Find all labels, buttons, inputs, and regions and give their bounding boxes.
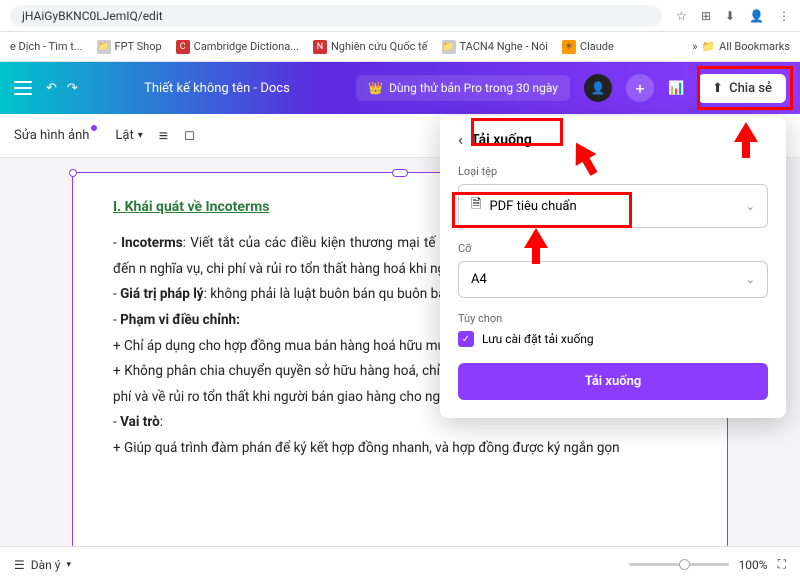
try-pro-button[interactable]: 👑 Dùng thử bản Pro trong 30 ngày (356, 75, 570, 101)
crown-icon: 👑 (368, 81, 383, 95)
download-button[interactable]: Tải xuống (458, 363, 768, 400)
chevron-right-icon: » (692, 40, 697, 53)
share-button[interactable]: ⬆ Chia sẻ (698, 74, 786, 103)
star-icon[interactable]: ☆ (676, 9, 687, 23)
align-button[interactable]: ≡ (159, 126, 168, 146)
analytics-icon[interactable]: 📊 (668, 81, 684, 96)
zoom-slider[interactable] (629, 563, 729, 566)
resize-handle[interactable] (69, 169, 77, 177)
file-type-select[interactable]: 🗎 PDF tiêu chuẩn ⌄ (458, 184, 768, 228)
folder-icon: 📁 (442, 40, 456, 54)
add-button[interactable]: + (626, 74, 654, 102)
folder-icon: 📁 (97, 40, 111, 54)
download-icon[interactable]: ⬇ (725, 9, 735, 23)
url-field[interactable]: jHAiGyBKNC0LJemIQ/edit (10, 5, 662, 27)
chevron-down-icon: ⌄ (746, 273, 755, 286)
folder-icon: 📁 (701, 40, 715, 53)
favicon: ✳ (562, 40, 576, 54)
back-icon[interactable]: ‹ (458, 130, 463, 149)
zoom-value[interactable]: 100% (739, 558, 768, 572)
favicon: N (313, 40, 327, 54)
user-avatar[interactable]: 👤 (584, 74, 612, 102)
fullscreen-icon[interactable]: ⛶ (778, 557, 786, 572)
size-select[interactable]: A4 ⌄ (458, 261, 768, 298)
options-label: Tùy chọn (458, 312, 768, 325)
browser-url-bar: jHAiGyBKNC0LJemIQ/edit ☆ ⊞ ⬇ 👤 ⋮ (0, 0, 800, 32)
flip-button[interactable]: Lật▾ (115, 128, 142, 143)
size-label: Cỡ (458, 242, 768, 255)
save-settings-checkbox[interactable]: ✓ (458, 331, 474, 347)
canva-header: ↶ ↷ Thiết kế không tên - Docs 👑 Dùng thử… (0, 62, 800, 114)
edit-image-button[interactable]: Sửa hình ảnh (14, 128, 99, 143)
panel-title: Tải xuống (471, 132, 532, 148)
extensions-icon[interactable]: ⊞ (701, 9, 711, 23)
upload-icon: ⬆ (712, 81, 723, 96)
chevron-down-icon: ⌄ (746, 200, 755, 213)
bookmarks-bar: e Dịch - Tìm t... 📁FPT Shop CCambridge D… (0, 32, 800, 62)
bookmark-item[interactable]: ✳Claude (562, 40, 614, 54)
document-title[interactable]: Thiết kế không tên - Docs (92, 81, 342, 96)
outline-button[interactable]: ☰ Dàn ý ▾ (14, 558, 71, 572)
bottom-bar: ☰ Dàn ý ▾ 100% ⛶ (0, 546, 800, 582)
all-bookmarks[interactable]: » 📁 All Bookmarks (692, 40, 790, 53)
crop-button[interactable]: ◻ (184, 128, 195, 143)
resize-handle[interactable] (392, 169, 408, 177)
profile-icon[interactable]: 👤 (749, 9, 764, 23)
bookmark-item[interactable]: e Dịch - Tìm t... (10, 40, 83, 53)
undo-icon[interactable]: ↶ (46, 81, 57, 96)
bookmark-item[interactable]: 📁FPT Shop (97, 40, 162, 54)
bookmark-item[interactable]: CCambridge Dictiona... (176, 40, 299, 54)
bookmark-item[interactable]: NNghiên cứu Quốc tế (313, 40, 428, 54)
redo-icon[interactable]: ↷ (67, 81, 78, 96)
download-panel: ‹ Tải xuống Loại tệp 🗎 PDF tiêu chuẩn ⌄ … (440, 116, 786, 418)
file-type-label: Loại tệp (458, 165, 768, 178)
menu-icon[interactable]: ⋮ (778, 9, 790, 23)
doc-paragraph[interactable]: + Giúp quá trình đàm phán để ký kết hợp … (113, 436, 687, 462)
favicon: C (176, 40, 190, 54)
menu-button[interactable] (14, 81, 32, 95)
chevron-down-icon: ▾ (66, 560, 71, 570)
list-icon: ☰ (14, 558, 25, 572)
file-icon: 🗎 (471, 195, 481, 217)
save-settings-label: Lưu cài đặt tải xuống (482, 332, 594, 346)
bookmark-item[interactable]: 📁TACN4 Nghe - Nói (442, 40, 548, 54)
